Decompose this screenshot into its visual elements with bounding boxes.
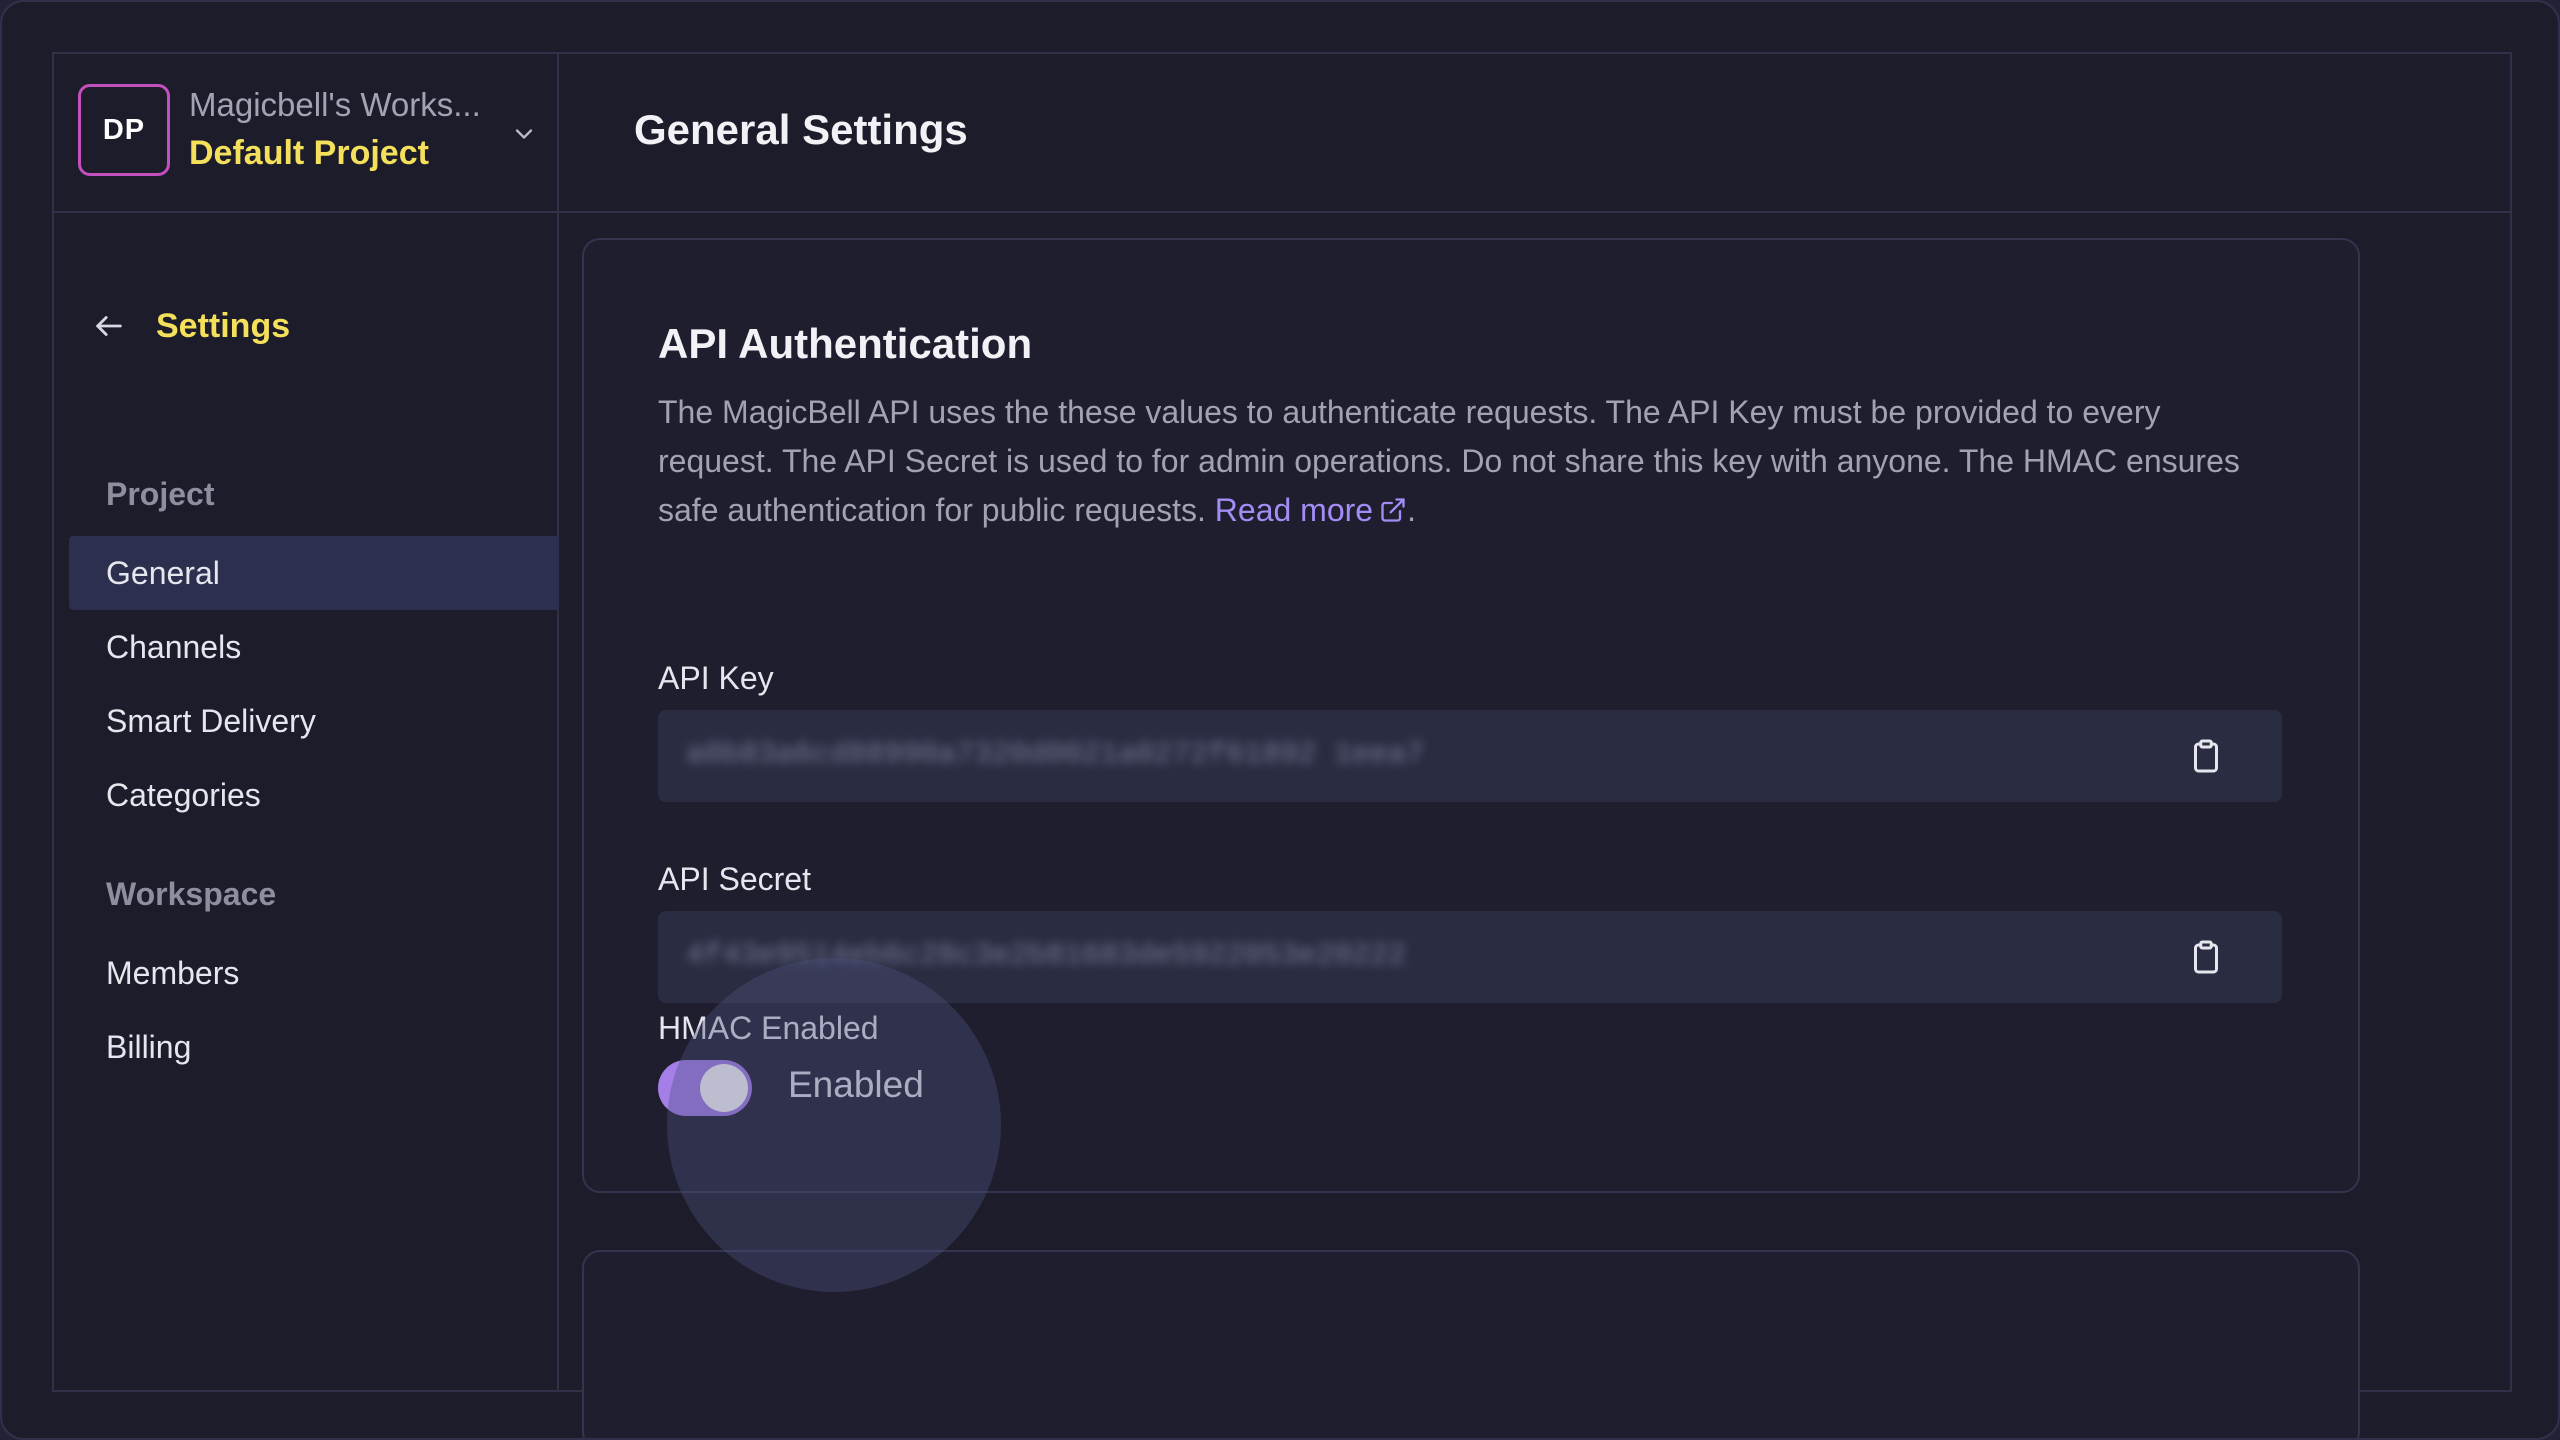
toggle-knob [700,1064,748,1112]
clipboard-icon[interactable] [2188,738,2224,774]
sidebar: DP Magicbell's Works... Default Project … [54,54,559,1390]
sidebar-item-general[interactable]: General [69,536,559,610]
workspace-switcher[interactable]: DP Magicbell's Works... Default Project [54,54,557,213]
sidebar-item-smart-delivery[interactable]: Smart Delivery [69,684,559,758]
api-key-value: a0b83a6cd88990a7320d0021a0272f61892 1eea… [686,738,1425,772]
chevron-down-icon[interactable] [510,120,538,148]
sidebar-item-label: Channels [106,628,242,665]
sidebar-item-members[interactable]: Members [69,936,559,1010]
section-description: The MagicBell API uses the these values … [658,388,2278,535]
next-settings-card [582,1250,2360,1438]
hmac-state-text: Enabled [788,1064,924,1105]
hmac-label: HMAC Enabled [658,1010,879,1046]
api-key-field[interactable]: a0b83a6cd88990a7320d0021a0272f61892 1eea… [658,710,2282,802]
hmac-toggle[interactable] [658,1060,752,1116]
page-title: General Settings [634,106,968,153]
sidebar-item-billing[interactable]: Billing [69,1010,559,1084]
sidebar-item-label: General [106,554,220,591]
nav-section-workspace: Workspace [106,876,277,912]
sidebar-item-label: Members [106,954,240,991]
section-title: API Authentication [658,320,1033,367]
api-secret-label: API Secret [658,861,811,897]
back-to-settings[interactable]: Settings [92,302,290,350]
page-header: General Settings [559,54,2510,213]
sidebar-item-categories[interactable]: Categories [69,758,559,832]
api-secret-field[interactable]: 4f43e9514eb6c28c3e2b81683de5922053e20222 [658,911,2282,1003]
nav-section-project: Project [106,476,215,512]
sidebar-item-label: Categories [106,776,261,813]
description-text: The MagicBell API uses the these values … [658,394,2240,528]
read-more-link[interactable]: Read more [1215,492,1407,528]
api-authentication-card: API Authentication The MagicBell API use… [582,238,2360,1193]
api-key-label: API Key [658,660,774,696]
sidebar-item-label: Smart Delivery [106,702,316,739]
external-link-icon [1381,498,1405,522]
settings-label: Settings [156,306,291,345]
sidebar-item-channels[interactable]: Channels [69,610,559,684]
arrow-left-icon [96,316,122,336]
api-secret-value: 4f43e9514eb6c28c3e2b81683de5922053e20222 [686,939,1407,973]
app-frame: DP Magicbell's Works... Default Project … [0,0,2560,1440]
project-name: Default Project [189,134,429,172]
description-period: . [1407,492,1416,528]
workspace-name: Magicbell's Works... [189,86,481,123]
clipboard-icon[interactable] [2188,939,2224,975]
sidebar-item-label: Billing [106,1028,192,1065]
project-avatar: DP [78,84,170,176]
read-more-label: Read more [1214,492,1374,528]
